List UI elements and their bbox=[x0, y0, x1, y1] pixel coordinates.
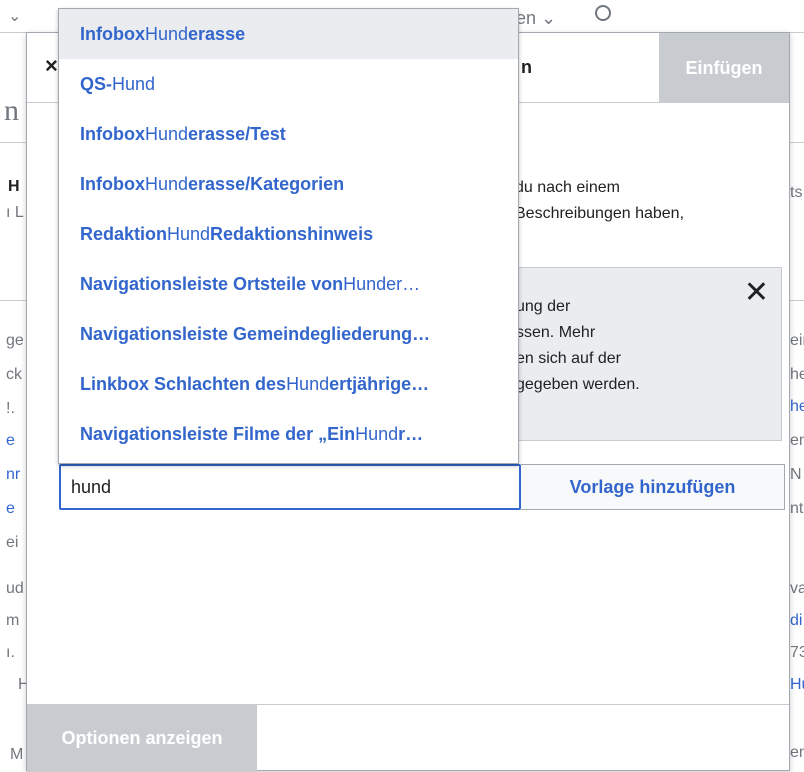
notice-line: ssen. Mehr bbox=[516, 324, 596, 341]
chevron-down-icon[interactable]: ⌄ bbox=[8, 6, 21, 26]
article-text-fragment: ı L bbox=[6, 204, 24, 221]
language-selector[interactable]: en ⌄ bbox=[516, 8, 556, 29]
dialog-title: n bbox=[521, 57, 532, 77]
article-link-fragment[interactable]: e bbox=[6, 432, 15, 450]
article-text-fragment: n bbox=[4, 94, 19, 127]
article-link-fragment[interactable]: Hu bbox=[790, 676, 804, 694]
suggestion-text-part: erasse bbox=[188, 23, 246, 44]
article-text-fragment: he bbox=[790, 366, 804, 383]
suggestion-text-part: Infobox bbox=[80, 123, 145, 144]
suggestion-text-part: Hund bbox=[286, 373, 330, 394]
notice-line: gegeben werden. bbox=[516, 376, 640, 393]
suggestion-item[interactable]: Infobox Hund erasse/Kategorien bbox=[59, 159, 518, 209]
suggestion-text-part: Hunder… bbox=[343, 273, 421, 294]
suggestion-text-part: Redaktion bbox=[80, 223, 168, 244]
article-link-fragment[interactable]: e bbox=[6, 500, 15, 518]
language-label: en bbox=[516, 8, 537, 28]
suggestion-item[interactable]: Infobox Hund erasse/Test bbox=[59, 109, 518, 159]
notice-line: ung der bbox=[516, 298, 571, 315]
article-text-fragment: eir bbox=[790, 332, 804, 349]
article-text-fragment: ud bbox=[6, 580, 24, 597]
suggestion-text-part: r… bbox=[398, 423, 424, 444]
article-link-fragment[interactable]: he bbox=[790, 398, 804, 416]
article-text-fragment: !. bbox=[6, 400, 15, 417]
suggestion-text-part: erasse/Kategorien bbox=[188, 173, 345, 194]
article-text-fragment: H bbox=[8, 178, 20, 195]
article-text-fragment: ck bbox=[6, 366, 22, 383]
suggestion-text-part: ertjährige… bbox=[329, 373, 430, 394]
suggestion-text-part: Hund bbox=[145, 23, 189, 44]
notice-text: ung der ssen. Mehr en sich auf der gegeb… bbox=[516, 294, 640, 398]
suggestion-text-part: Linkbox Schlachten des bbox=[80, 373, 287, 394]
suggestion-item[interactable]: Linkbox Schlachten des Hund ertjährige… bbox=[59, 359, 518, 409]
suggestion-item[interactable]: Infobox Hund erasse bbox=[59, 9, 518, 59]
description-line: du nach einem bbox=[515, 179, 620, 196]
suggestion-text-part: Redaktionshinweis bbox=[210, 223, 374, 244]
suggestion-text-part: Hund bbox=[167, 223, 211, 244]
template-suggestions-dropdown: Infobox Hund erasse QS- Hund Infobox Hund e… bbox=[58, 8, 519, 464]
article-text-fragment: ge bbox=[6, 332, 24, 349]
insert-button[interactable]: Einfügen bbox=[659, 33, 789, 103]
suggestion-item[interactable]: QS- Hund bbox=[59, 59, 518, 109]
article-text-fragment: nt bbox=[790, 500, 804, 517]
suggestion-text-part: Navigationsleiste Ortsteile von bbox=[80, 273, 344, 294]
dialog-footer: Optionen anzeigen bbox=[27, 704, 789, 772]
suggestion-text-part: erasse/Test bbox=[188, 123, 286, 144]
suggestion-text-part: Infobox bbox=[80, 173, 145, 194]
show-options-button[interactable]: Optionen anzeigen bbox=[27, 705, 257, 772]
notice-line: en sich auf der bbox=[516, 350, 621, 367]
add-template-button[interactable]: Vorlage hinzufügen bbox=[521, 464, 785, 510]
suggestion-text-part: Hund bbox=[145, 173, 189, 194]
close-icon[interactable]: ✕ bbox=[744, 278, 769, 308]
suggestion-item[interactable]: Navigationsleiste Filme der „Ein Hund r… bbox=[59, 409, 518, 459]
suggestion-item[interactable]: Redaktion Hund Redaktionshinweis bbox=[59, 209, 518, 259]
article-link-fragment[interactable]: di bbox=[790, 612, 802, 630]
suggestion-item[interactable]: Navigationsleiste Gemeindegliederung… bbox=[59, 309, 518, 359]
article-text-fragment: M bbox=[10, 746, 24, 763]
suggestion-text-part: Navigationsleiste Gemeindegliederung… bbox=[80, 323, 431, 344]
article-text-fragment: en bbox=[790, 432, 804, 449]
article-text-fragment: N bbox=[790, 466, 802, 483]
dialog-description: du nach einem Beschreibungen haben, bbox=[515, 175, 684, 227]
suggestion-text-part: QS- bbox=[80, 73, 113, 94]
suggestion-text-part: Hund bbox=[355, 423, 399, 444]
close-icon[interactable]: × bbox=[45, 53, 58, 79]
article-text-fragment: m bbox=[6, 612, 20, 629]
article-text-fragment: ı. bbox=[6, 644, 15, 661]
article-text-fragment: 73 bbox=[790, 644, 804, 661]
suggestion-item[interactable]: Navigationsleiste Ortsteile von Hunder… bbox=[59, 259, 518, 309]
article-text-fragment: ei bbox=[6, 534, 19, 551]
template-search-input[interactable] bbox=[59, 464, 521, 510]
description-line: Beschreibungen haben, bbox=[515, 205, 685, 222]
article-text-fragment: va bbox=[790, 580, 804, 597]
suggestion-text-part: Hund bbox=[145, 123, 189, 144]
info-notice: ung der ssen. Mehr en sich auf der gegeb… bbox=[509, 267, 782, 441]
article-text-fragment: en bbox=[790, 744, 804, 761]
search-icon[interactable] bbox=[594, 4, 614, 24]
article-link-fragment[interactable]: nr bbox=[6, 466, 20, 484]
suggestion-text-part: Hund bbox=[112, 73, 156, 94]
article-text-fragment: ts bbox=[790, 184, 803, 201]
suggestion-text-part: Navigationsleiste Filme der „Ein bbox=[80, 423, 356, 444]
suggestion-text-part: Infobox bbox=[80, 23, 145, 44]
